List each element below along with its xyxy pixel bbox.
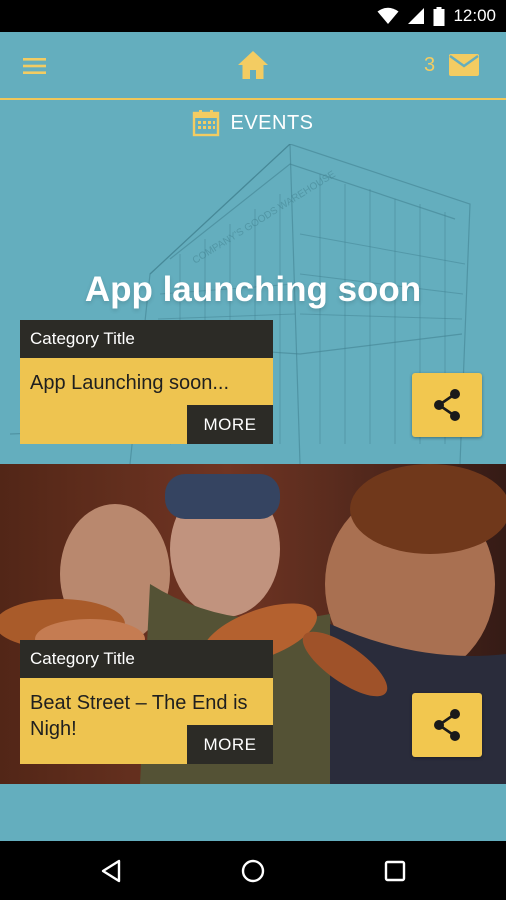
- share-icon: [434, 389, 460, 421]
- more-button[interactable]: MORE: [187, 725, 273, 764]
- home-circle-icon: [241, 859, 265, 883]
- menu-icon: [23, 58, 46, 74]
- calendar-icon: [193, 110, 220, 137]
- share-icon: [434, 709, 460, 741]
- menu-button[interactable]: [22, 54, 48, 78]
- recents-icon: [384, 860, 406, 882]
- category-title: Category Title: [20, 320, 273, 358]
- back-icon: [101, 859, 121, 883]
- battery-icon: [433, 6, 445, 26]
- home-nav-button[interactable]: [239, 857, 267, 885]
- wifi-icon: [377, 7, 399, 24]
- home-button[interactable]: [235, 48, 271, 82]
- app-bar: 3: [0, 32, 506, 100]
- hero-text: App launching soon: [84, 270, 422, 309]
- navigation-bar: [0, 841, 506, 900]
- more-button[interactable]: MORE: [187, 405, 273, 444]
- event-card[interactable]: COMPANY'S GOODS WAREHOUSE App launching …: [0, 144, 506, 464]
- mail-button[interactable]: [447, 50, 481, 80]
- mail-icon: [449, 54, 479, 76]
- status-bar: 12:00: [0, 0, 506, 32]
- back-button[interactable]: [98, 857, 126, 885]
- svg-text:COMPANY'S GOODS WAREHOUSE: COMPANY'S GOODS WAREHOUSE: [191, 169, 338, 267]
- section-label: EVENTS: [230, 111, 314, 134]
- signal-icon: [408, 8, 425, 24]
- share-button[interactable]: [412, 693, 482, 757]
- share-button[interactable]: [412, 373, 482, 437]
- recents-button[interactable]: [381, 857, 409, 885]
- status-time: 12:00: [453, 6, 496, 25]
- category-title: Category Title: [20, 640, 273, 678]
- status-icons: 12:00: [377, 6, 496, 26]
- home-icon: [238, 51, 268, 79]
- message-count: 3: [424, 54, 436, 76]
- section-header: EVENTS: [0, 106, 506, 140]
- event-card[interactable]: Category Title Beat Street – The End is …: [0, 464, 506, 784]
